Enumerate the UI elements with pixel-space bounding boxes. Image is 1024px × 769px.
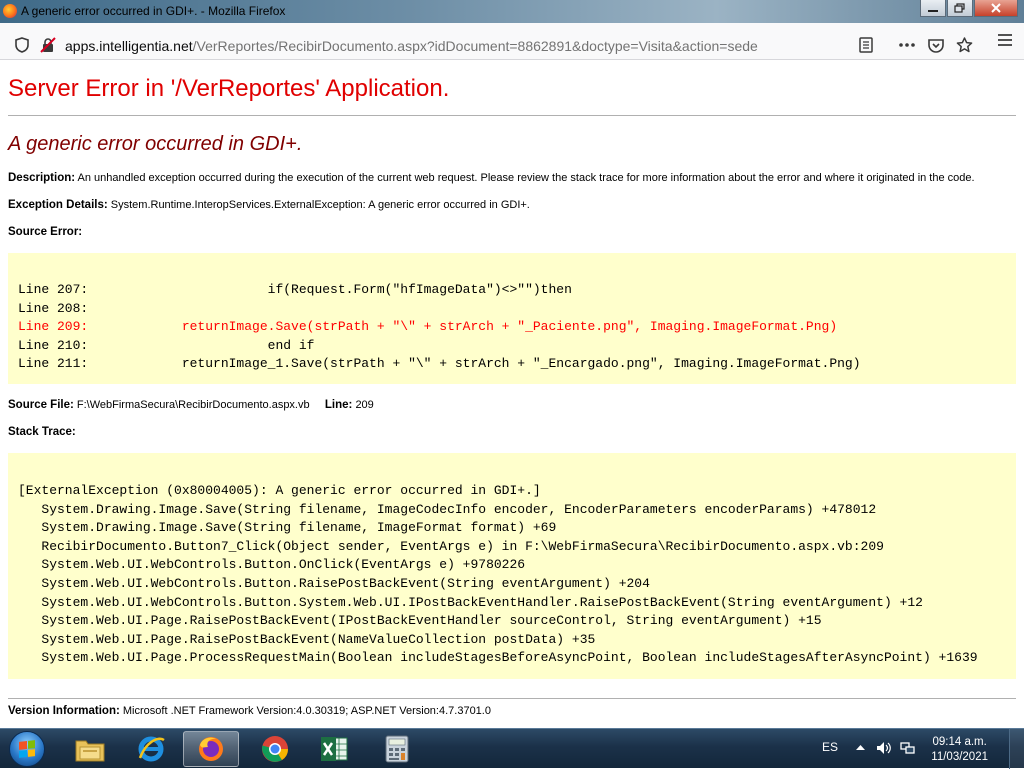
description: Description: An unhandled exception occu… [8,172,975,184]
description-label: Description: [8,172,76,184]
url-domain: apps.intelligentia.net [65,38,193,54]
stack-trace-label: Stack Trace: [8,426,76,438]
excel-icon [321,737,348,761]
stack-line: System.Web.UI.WebControls.Button.RaisePo… [18,575,650,591]
exception-text: System.Runtime.InteropServices.ExternalE… [110,199,530,211]
stack-line: System.Drawing.Image.Save(String filenam… [18,520,557,536]
menu-icon[interactable] [993,28,1017,52]
stack-line: System.Web.UI.Page.RaisePostBackEvent(IP… [18,613,822,629]
taskbar: ES 09:14 a.m. 11/03/2021 [0,728,1024,769]
window-title: A generic error occurred in GDI+. - Mozi… [21,4,286,18]
stack-line: RecibirDocumento.Button7_Click(Object se… [18,538,884,554]
restore-button[interactable] [947,0,973,17]
url-text[interactable]: apps.intelligentia.net/VerReportes/Recib… [65,38,758,54]
divider [8,698,1016,699]
stack-line: System.Drawing.Image.Save(String filenam… [18,501,877,517]
line-label: Line: [324,399,353,411]
url-path: /VerReportes/RecibirDocumento.aspx?idDoc… [192,38,758,54]
close-icon [991,3,1001,13]
taskbar-chrome[interactable] [247,731,303,767]
folder-icon [75,740,105,762]
restore-icon [954,3,965,13]
more-actions-icon[interactable] [895,33,919,57]
minimize-icon [928,10,938,12]
taskbar-excel[interactable] [306,731,362,767]
bookmark-star-icon[interactable] [952,33,976,57]
source-error-label: Source Error: [8,226,83,238]
stack-trace: [ExternalException (0x80004005): A gener… [18,482,1006,668]
stack-trace-heading: Stack Trace: [8,426,76,438]
stack-line: System.Web.UI.Page.RaisePostBackEvent(Na… [18,631,596,647]
source-file-info: Source File: F:\WebFirmaSecura\RecibirDo… [8,399,374,411]
source-error-heading: Source Error: [8,226,82,238]
source-code-box: Line 207: if(Request.Form("hfImageData")… [8,253,1016,384]
exception-label: Exception Details: [8,199,108,211]
stack-line: [ExternalException (0x80004005): A gener… [18,483,541,498]
volume-icon[interactable] [876,741,892,758]
close-button[interactable] [974,0,1018,17]
source-line: Line 210: end if [18,337,315,353]
source-line-error: Line 209: returnImage.Save(strPath + "\"… [18,319,838,335]
divider [8,115,1016,116]
firefox-icon [199,737,223,761]
clock-time: 09:14 a.m. [932,736,987,748]
insecure-lock-icon[interactable] [36,33,60,57]
chrome-icon [262,736,289,762]
source-line: Line 211: returnImage_1.Save(strPath + "… [18,356,861,372]
error-message: A generic error occurred in GDI+. [8,133,303,155]
source-file-label: Source File: [8,399,74,411]
source-file-value: F:\WebFirmaSecura\RecibirDocumento.aspx.… [76,399,310,411]
firefox-icon [3,4,17,18]
window-title-bar[interactable]: A generic error occurred in GDI+. - Mozi… [0,0,1024,23]
stack-line: System.Web.UI.Page.ProcessRequestMain(Bo… [18,650,978,666]
system-tray: ES 09:14 a.m. 11/03/2021 [804,729,1024,769]
url-bar[interactable]: apps.intelligentia.net/VerReportes/Recib… [4,28,990,56]
clock-date: 11/03/2021 [931,751,988,763]
source-line: Line 208: [18,300,89,316]
clock[interactable]: 09:14 a.m. 11/03/2021 [931,735,988,765]
exception-details: Exception Details: System.Runtime.Intero… [8,199,530,211]
reader-view-icon[interactable] [854,33,878,57]
calculator-icon [385,735,409,763]
source-code: Line 207: if(Request.Form("hfImageData")… [18,281,1006,374]
show-hidden-icons-icon[interactable] [856,742,865,754]
pocket-icon[interactable] [924,33,948,57]
language-indicator[interactable]: ES [822,740,838,754]
stack-trace-box: [ExternalException (0x80004005): A gener… [8,453,1016,679]
shield-icon[interactable] [10,33,34,57]
taskbar-calculator[interactable] [369,731,425,767]
show-desktop-button[interactable] [1009,729,1024,769]
stack-line: System.Web.UI.WebControls.Button.System.… [18,594,923,610]
taskbar-explorer[interactable] [62,731,118,767]
internet-explorer-icon [138,736,165,762]
minimize-button[interactable] [920,0,946,17]
windows-logo-icon [9,731,45,767]
description-text: An unhandled exception occurred during t… [77,172,975,184]
server-error-title: Server Error in '/VerReportes' Applicati… [8,75,450,102]
line-value: 209 [355,399,374,411]
navigation-bar: apps.intelligentia.net/VerReportes/Recib… [0,23,1024,60]
source-line: Line 207: if(Request.Form("hfImageData")… [18,282,572,297]
version-text: Microsoft .NET Framework Version:4.0.303… [122,705,491,717]
version-label: Version Information: [8,705,120,717]
start-button[interactable] [2,730,52,768]
stack-line: System.Web.UI.WebControls.Button.OnClick… [18,557,526,573]
taskbar-internet-explorer[interactable] [123,731,179,767]
network-icon[interactable] [900,741,916,758]
taskbar-firefox[interactable] [183,731,239,767]
version-information: Version Information: Microsoft .NET Fram… [8,705,491,717]
